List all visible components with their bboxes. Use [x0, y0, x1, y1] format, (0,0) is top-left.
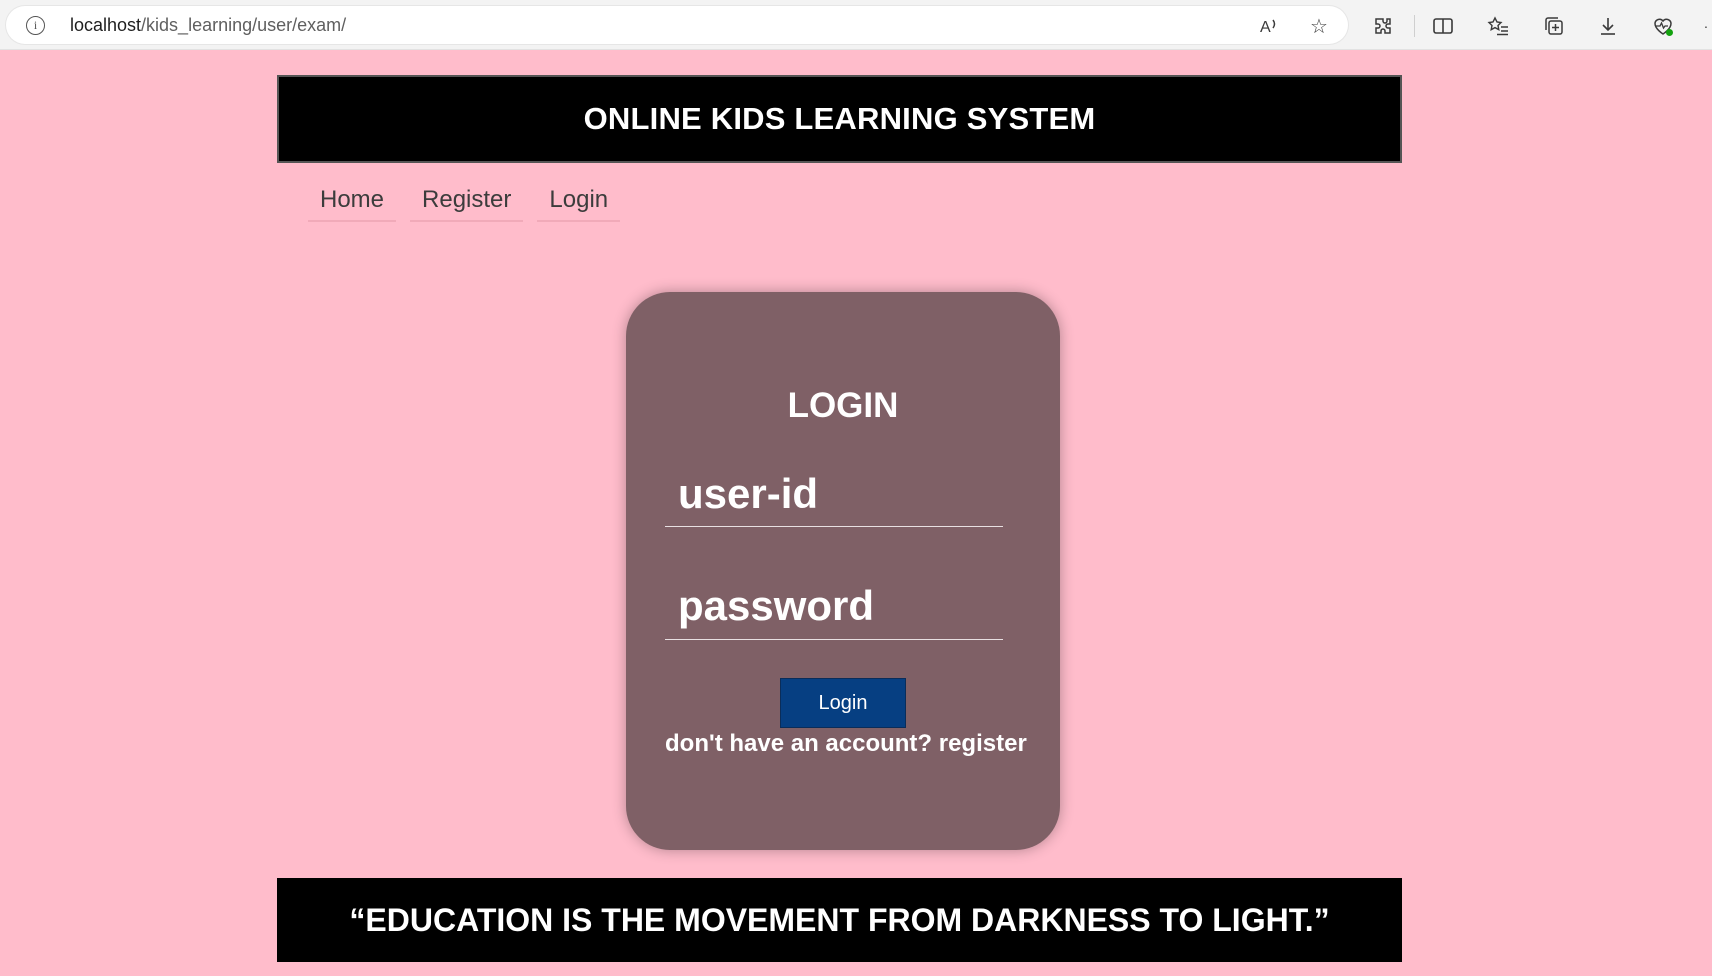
- downloads-icon[interactable]: [1595, 13, 1621, 39]
- toolbar-divider: [1414, 15, 1415, 37]
- browser-health-icon[interactable]: [1650, 13, 1676, 39]
- address-bar[interactable]: i localhost/kids_learning/user/exam/ A ☆: [6, 6, 1348, 44]
- footer-quote: “EDUCATION IS THE MOVEMENT FROM DARKNESS…: [349, 901, 1330, 938]
- footer-quote-banner: “EDUCATION IS THE MOVEMENT FROM DARKNESS…: [277, 878, 1402, 962]
- main-nav: Home Register Login: [308, 186, 621, 222]
- url-path: /kids_learning/user/exam/: [141, 15, 347, 35]
- more-icon[interactable]: ·: [1700, 13, 1712, 39]
- password-input[interactable]: [665, 572, 1003, 639]
- login-button[interactable]: Login: [780, 678, 906, 728]
- userid-input[interactable]: [665, 462, 1003, 526]
- collections-icon[interactable]: [1541, 13, 1567, 39]
- password-field: [665, 572, 1003, 640]
- read-aloud-icon[interactable]: A: [1256, 13, 1282, 39]
- nav-register-link[interactable]: Register: [410, 186, 524, 222]
- login-title: LOGIN: [787, 386, 899, 425]
- userid-field: [665, 462, 1003, 527]
- browser-toolbar: i localhost/kids_learning/user/exam/ A ☆…: [0, 0, 1712, 50]
- nav-login-link[interactable]: Login: [537, 186, 621, 222]
- info-icon[interactable]: i: [26, 16, 45, 35]
- login-card: LOGIN Login don't have an account? regis…: [626, 292, 1060, 850]
- url-host: localhost: [70, 15, 142, 35]
- split-screen-icon[interactable]: [1430, 13, 1456, 39]
- favorites-list-icon[interactable]: [1485, 13, 1511, 39]
- register-link[interactable]: don't have an account? register: [665, 730, 1027, 758]
- url-text[interactable]: localhost/kids_learning/user/exam/: [70, 15, 346, 36]
- nav-home-link[interactable]: Home: [308, 186, 397, 222]
- favorite-star-icon[interactable]: ☆: [1306, 13, 1332, 39]
- svg-text:A: A: [1260, 19, 1271, 36]
- site-title: ONLINE KIDS LEARNING SYSTEM: [583, 101, 1096, 136]
- site-header: ONLINE KIDS LEARNING SYSTEM: [277, 75, 1402, 163]
- extensions-icon[interactable]: [1370, 13, 1396, 39]
